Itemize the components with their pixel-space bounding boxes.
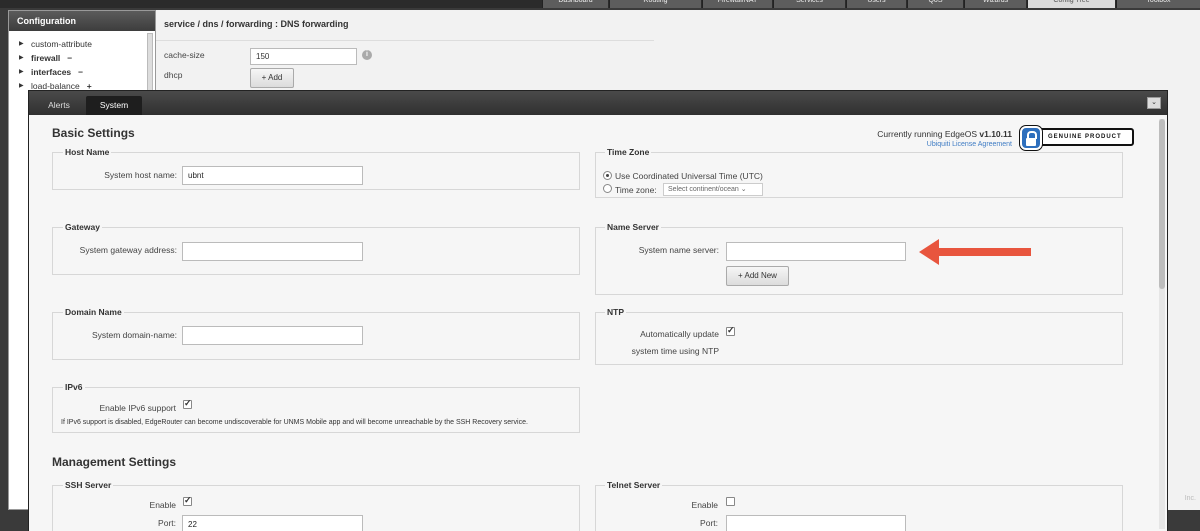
tab-alerts[interactable]: Alerts xyxy=(33,96,85,115)
ntp-label-line1: Automatically update xyxy=(640,329,719,339)
expand-triangle-icon[interactable]: ▶ xyxy=(19,37,27,51)
dhcp-add-button[interactable]: + Add xyxy=(250,68,294,88)
scrollbar-thumb[interactable] xyxy=(1159,119,1165,289)
host-name-label: System host name: xyxy=(104,170,177,180)
name-server-fieldset xyxy=(595,227,1123,295)
host-name-input[interactable]: ubnt xyxy=(182,166,363,185)
license-link[interactable]: Ubiquiti License Agreement xyxy=(867,141,1012,148)
nav-tab-wizards[interactable]: Wizards xyxy=(964,0,1026,8)
timezone-label[interactable]: Time zone: xyxy=(615,185,657,195)
tree-item-interfaces[interactable]: ▶ interfaces − xyxy=(19,65,155,79)
gateway-label: System gateway address: xyxy=(79,245,177,255)
remove-icon[interactable]: − xyxy=(78,65,83,79)
chevron-down-icon: ⌄ xyxy=(740,186,747,193)
utc-label[interactable]: Use Coordinated Universal Time (UTC) xyxy=(615,171,763,181)
divider xyxy=(156,40,654,41)
cache-size-input[interactable]: 150 xyxy=(250,48,357,65)
host-name-legend: Host Name xyxy=(63,147,112,157)
timezone-radio[interactable] xyxy=(603,184,612,193)
gateway-input[interactable] xyxy=(182,242,363,261)
info-icon[interactable]: i xyxy=(362,50,372,60)
nav-tab-toolbox[interactable]: Toolbox xyxy=(1116,0,1200,8)
ntp-legend: NTP xyxy=(605,307,626,317)
nav-tab-services[interactable]: Services xyxy=(773,0,845,8)
nav-tab-qos[interactable]: QoS xyxy=(907,0,963,8)
name-server-label: System name server: xyxy=(638,245,719,255)
expand-triangle-icon[interactable]: ▶ xyxy=(19,51,27,65)
telnet-server-legend: Telnet Server xyxy=(605,480,663,490)
copyright-text: Inc. xyxy=(1184,495,1196,502)
ntp-label-line2: system time using NTP xyxy=(631,346,719,356)
tree-item-firewall[interactable]: ▶ firewall − xyxy=(19,51,155,65)
utc-radio[interactable] xyxy=(603,171,612,180)
cache-size-label: cache-size xyxy=(164,50,205,60)
collapse-icon[interactable]: ⌄ xyxy=(1147,97,1161,109)
management-settings-title: Management Settings xyxy=(52,455,177,469)
domain-name-input[interactable] xyxy=(182,326,363,345)
time-zone-legend: Time Zone xyxy=(605,147,652,157)
nav-tab-firewall[interactable]: Firewall/NAT xyxy=(702,0,772,8)
red-arrow-annotation xyxy=(919,239,1031,265)
ipv6-label: Enable IPv6 support xyxy=(99,403,176,413)
ssh-port-input[interactable]: 22 xyxy=(182,515,363,531)
lock-icon xyxy=(1020,126,1042,150)
nav-tab-config-tree[interactable]: Config Tree xyxy=(1027,0,1115,8)
gateway-legend: Gateway xyxy=(63,222,102,232)
remove-icon[interactable]: − xyxy=(67,51,72,65)
name-server-legend: Name Server xyxy=(605,222,661,232)
ssh-port-label: Port: xyxy=(158,518,176,528)
ssh-enable-checkbox[interactable] xyxy=(183,495,192,506)
dhcp-label: dhcp xyxy=(164,70,183,80)
telnet-port-input[interactable] xyxy=(726,515,906,531)
genuine-product-badge: GENUINE PRODUCT xyxy=(1020,126,1134,150)
config-scrollbar[interactable] xyxy=(147,33,153,93)
domain-name-label: System domain-name: xyxy=(91,330,177,340)
domain-name-legend: Domain Name xyxy=(63,307,124,317)
name-server-add-button[interactable]: + Add New xyxy=(726,266,789,286)
nav-tab-dashboard[interactable]: Dashboard xyxy=(542,0,608,8)
ipv6-checkbox[interactable] xyxy=(183,398,192,409)
firmware-version: Currently running EdgeOS v1.10.11 xyxy=(877,129,1012,139)
ntp-checkbox[interactable] xyxy=(726,325,735,336)
config-panel-title: Configuration xyxy=(9,11,155,31)
tab-system[interactable]: System xyxy=(86,96,142,115)
system-scrollbar[interactable] xyxy=(1159,119,1165,529)
timezone-select[interactable]: Select continent/ocean ⌄ xyxy=(663,183,763,196)
name-server-input[interactable] xyxy=(726,242,906,261)
breadcrumb: service / dns / forwarding : DNS forward… xyxy=(164,19,349,29)
expand-triangle-icon[interactable]: ▶ xyxy=(19,65,27,79)
telnet-port-label: Port: xyxy=(700,518,718,528)
nav-tab-users[interactable]: Users xyxy=(846,0,906,8)
basic-settings-title: Basic Settings xyxy=(52,126,135,140)
top-nav: Dashboard Routing Firewall/NAT Services … xyxy=(0,0,1200,8)
system-window: Alerts System ⌄ Basic Settings Currently… xyxy=(28,90,1168,531)
ipv6-legend: IPv6 xyxy=(63,382,85,392)
window-tab-bar: Alerts System ⌄ xyxy=(29,91,1167,115)
ssh-server-legend: SSH Server xyxy=(63,480,114,490)
nav-tab-routing[interactable]: Routing xyxy=(609,0,701,8)
telnet-enable-label: Enable xyxy=(691,500,718,510)
ipv6-note: If IPv6 support is disabled, EdgeRouter … xyxy=(61,419,528,426)
expand-triangle-icon[interactable]: ▶ xyxy=(19,79,27,93)
config-tree: ▶ custom-attribute ▶ firewall − ▶ interfaces… xyxy=(9,31,155,93)
tree-item-custom-attribute[interactable]: ▶ custom-attribute xyxy=(19,37,155,51)
system-settings-body: Basic Settings Currently running EdgeOS … xyxy=(29,115,1167,531)
ssh-enable-label: Enable xyxy=(149,500,176,510)
telnet-enable-checkbox[interactable] xyxy=(726,497,735,506)
